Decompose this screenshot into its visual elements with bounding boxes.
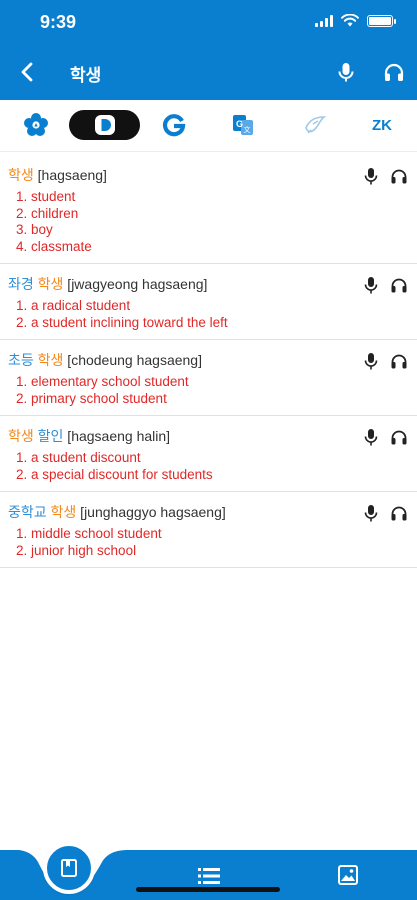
- papago-bird-icon[interactable]: [299, 110, 331, 140]
- definition-item: 2. a student inclining toward the left: [16, 314, 228, 330]
- definition-list: 1. a radical student 2. a student inclini…: [8, 298, 417, 331]
- flower-logo-icon[interactable]: [20, 110, 52, 140]
- result-entry[interactable]: 중학교 학생 [junghaggyo hagsaeng] 1. middle sc…: [0, 492, 417, 568]
- result-entry[interactable]: 초등 학생 [chodeung hagsaeng] 1. elementary s…: [0, 340, 417, 416]
- entry-headword: 중학교 학생 [junghaggyo hagsaeng]: [8, 502, 417, 522]
- headword-part: 학생: [50, 504, 77, 520]
- chevron-left-icon[interactable]: [14, 58, 42, 86]
- battery-icon: [367, 14, 396, 27]
- definition-item: 2. children: [16, 205, 79, 221]
- headphones-icon[interactable]: [382, 60, 406, 84]
- zk-source-label[interactable]: ZK: [364, 110, 400, 140]
- dictionary-book-icon: [61, 859, 77, 877]
- result-entry[interactable]: 좌경 학생 [jwagyeong hagsaeng] 1. a radical s…: [0, 264, 417, 340]
- definition-item: 3. boy: [16, 222, 53, 237]
- entry-headword: 학생 [hagsaeng]: [8, 165, 417, 185]
- list-icon[interactable]: [197, 866, 221, 886]
- romanization: [chodeung hagsaeng]: [63, 352, 202, 368]
- result-entry[interactable]: 학생 [hagsaeng] 1. student 2. children 3. boy…: [0, 155, 417, 264]
- wifi-icon: [341, 14, 359, 27]
- definition-item: 1. student: [16, 189, 76, 204]
- result-entry[interactable]: 학생 할인 [hagsaeng halin] 1. a student disco…: [0, 416, 417, 492]
- headword-part: 좌경: [8, 276, 38, 292]
- headphones-icon[interactable]: [389, 351, 409, 371]
- headword-part: 학생: [37, 276, 64, 292]
- definition-item: 1. a student discount: [16, 450, 141, 465]
- status-bar: 9:39: [0, 0, 417, 46]
- headphones-icon[interactable]: [389, 166, 409, 186]
- image-icon[interactable]: [337, 864, 359, 886]
- entry-headword: 학생 할인 [hagsaeng halin]: [8, 426, 417, 446]
- romanization: [hagsaeng]: [33, 167, 107, 183]
- google-g-icon[interactable]: [158, 110, 190, 140]
- definition-item: 1. elementary school student: [16, 374, 189, 389]
- home-indicator: [136, 887, 280, 892]
- nav-row: 학생: [0, 52, 417, 92]
- definition-item: 2. junior high school: [16, 542, 137, 558]
- definition-item: 4. classmate: [16, 238, 92, 254]
- microphone-icon[interactable]: [361, 503, 381, 523]
- results-list: 학생 [hagsaeng] 1. student 2. children 3. boy…: [0, 155, 417, 568]
- definition-item: 2. a special discount for students: [16, 466, 213, 482]
- entry-headword: 좌경 학생 [jwagyeong hagsaeng]: [8, 274, 417, 294]
- svg-text:文: 文: [244, 125, 251, 134]
- headphones-icon[interactable]: [389, 275, 409, 295]
- svg-text:G: G: [236, 119, 243, 129]
- headword-part: 학생: [37, 352, 64, 368]
- top-bar: 9:39 학생: [0, 0, 417, 100]
- microphone-icon[interactable]: [361, 427, 381, 447]
- signal-icon: [315, 14, 333, 27]
- headword-part: 초등: [8, 352, 38, 368]
- definition-list: 1. student 2. children 3. boy 4. classmate: [8, 189, 417, 255]
- page-title: 학생: [70, 66, 102, 85]
- dictionary-tab-button[interactable]: [43, 842, 95, 894]
- definition-item: 1. middle school student: [16, 526, 162, 541]
- status-icons: [315, 14, 396, 27]
- microphone-icon[interactable]: [361, 275, 381, 295]
- headphones-icon[interactable]: [389, 427, 409, 447]
- definition-list: 1. middle school student 2. junior high s…: [8, 526, 417, 559]
- microphone-icon[interactable]: [361, 166, 381, 186]
- definition-list: 1. elementary school student 2. primary s…: [8, 374, 417, 407]
- status-time: 9:39: [40, 12, 77, 32]
- headword-part: 학생: [8, 167, 34, 183]
- dictionary-source-bar: G文 ZK: [0, 100, 417, 152]
- romanization: [junghaggyo hagsaeng]: [76, 504, 226, 520]
- romanization: [jwagyeong hagsaeng]: [63, 276, 208, 292]
- definition-item: 2. primary school student: [16, 390, 167, 406]
- headword-part: 학생: [8, 428, 38, 444]
- microphone-icon[interactable]: [334, 60, 358, 84]
- headword-part: 중학교: [8, 504, 51, 520]
- microphone-icon[interactable]: [361, 351, 381, 371]
- definition-item: 1. a radical student: [16, 298, 131, 313]
- definition-list: 1. a student discount 2. a special discou…: [8, 450, 417, 483]
- headword-part: 할인: [37, 428, 64, 444]
- romanization: [hagsaeng halin]: [63, 428, 171, 444]
- entry-headword: 초등 학생 [chodeung hagsaeng]: [8, 350, 417, 370]
- headphones-icon[interactable]: [389, 503, 409, 523]
- translate-icon[interactable]: G文: [227, 110, 259, 140]
- daum-d-icon[interactable]: [69, 110, 140, 140]
